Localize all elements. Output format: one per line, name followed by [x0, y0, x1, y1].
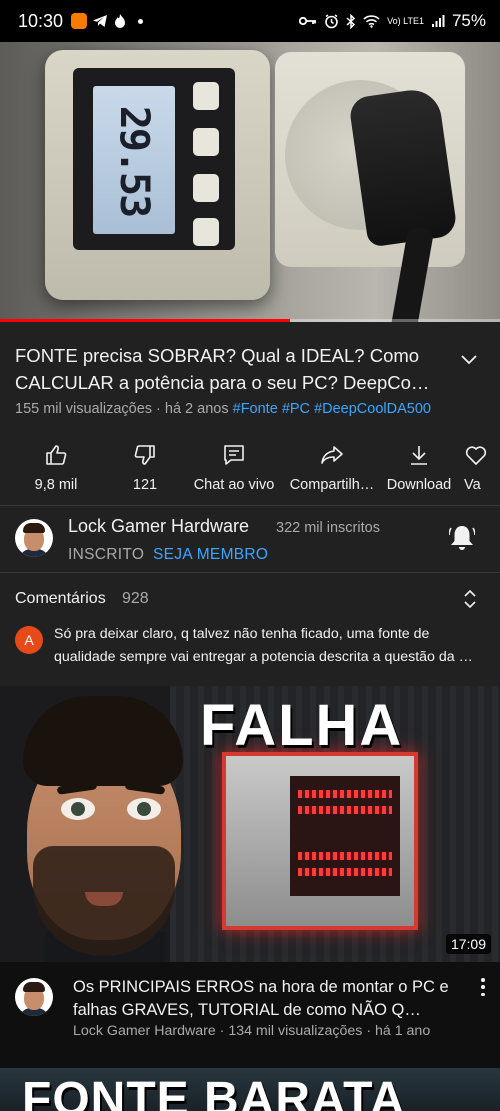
tinder-flame-icon	[115, 14, 126, 28]
thumbnail-headline: FALHA	[200, 693, 404, 758]
more-notifications-dot-icon	[138, 18, 144, 24]
recommended-video-meta: Lock Gamer Hardware · 134 mil visualizaç…	[73, 1023, 431, 1039]
share-button[interactable]: Compartilh…	[290, 434, 374, 502]
system-icons: Vo) LTE1 75%	[299, 11, 486, 31]
notification-icons	[71, 13, 144, 29]
presenter-face-image	[5, 696, 200, 962]
share-label: Compartilh…	[289, 477, 375, 493]
volte-indicator: Vo) LTE1	[387, 15, 424, 26]
dislike-button[interactable]: 121	[112, 434, 178, 502]
join-membership-button[interactable]: SEJA MEMBRO	[153, 546, 268, 564]
telegram-icon	[93, 15, 108, 27]
heart-icon	[465, 446, 487, 466]
wifi-icon	[363, 15, 380, 28]
live-chat-button[interactable]: Chat ao vivo	[178, 434, 290, 502]
app-notification-icon	[71, 13, 88, 29]
download-icon	[411, 446, 427, 465]
battery-level: 75%	[451, 11, 486, 30]
thumbs-down-icon	[134, 445, 155, 465]
channel-avatar[interactable]	[15, 978, 53, 1016]
bluetooth-icon	[346, 13, 356, 29]
video-duration-badge: 17:09	[445, 934, 491, 954]
status-time: 10:30	[18, 10, 64, 31]
subscribed-button[interactable]: INSCRITO	[68, 546, 144, 564]
download-button[interactable]: Download	[374, 434, 464, 502]
recommended-video-info[interactable]: Os PRINCIPAIS ERROS na hora de montar o …	[0, 962, 500, 1066]
cpu-socket-image	[222, 752, 418, 930]
action-bar: 9,8 mil 121 Chat ao vivo Compartilh… Dow…	[0, 434, 500, 502]
share-icon	[321, 446, 343, 464]
top-comment-text: Só pra deixar claro, q talvez não tenha …	[54, 626, 473, 665]
divider	[0, 572, 500, 573]
channel-row[interactable]: Lock Gamer Hardware 322 mil inscritos IN…	[0, 506, 500, 572]
hashtag-link[interactable]: #DeepCoolDA500	[314, 401, 431, 417]
notification-bell-icon[interactable]	[449, 524, 475, 552]
thumbnail-headline: FONTE BARATA	[22, 1073, 406, 1111]
video-meta: 155 mil visualizações · há 2 anos #Fonte…	[15, 401, 431, 417]
power-meter-device: 29.53	[45, 50, 270, 300]
save-button[interactable]: Va	[464, 434, 500, 502]
like-button[interactable]: 9,8 mil	[0, 434, 112, 502]
power-meter-reading: 29.53	[111, 105, 157, 217]
video-player[interactable]: 29.53	[0, 42, 500, 322]
like-count: 9,8 mil	[34, 477, 78, 493]
video-title[interactable]: FONTE precisa SOBRAR? Qual a IDEAL? Como…	[15, 342, 445, 396]
hashtag-link[interactable]: #Fonte	[233, 401, 278, 417]
video-info-panel: FONTE precisa SOBRAR? Qual a IDEAL? Como…	[0, 322, 500, 686]
comments-title: Comentários	[15, 590, 106, 607]
key-icon	[299, 16, 317, 26]
comments-section[interactable]: Comentários 928 A Só pra deixar claro, q…	[0, 578, 500, 678]
more-options-icon[interactable]	[474, 976, 492, 998]
thumbs-up-icon	[46, 445, 67, 465]
expand-comments-icon[interactable]	[462, 588, 478, 610]
live-chat-label: Chat ao vivo	[193, 477, 275, 493]
recommended-video-thumbnail[interactable]: FALHA 17:09	[0, 686, 500, 962]
comments-count: 928	[122, 590, 149, 607]
recommended-video-thumbnail[interactable]: FONTE BARATA	[0, 1068, 500, 1111]
save-label: Va	[464, 477, 481, 493]
channel-name[interactable]: Lock Gamer Hardware	[68, 516, 249, 537]
signal-icon	[431, 15, 445, 27]
recommended-video-title[interactable]: Os PRINCIPAIS ERROS na hora de montar o …	[73, 976, 463, 1022]
hashtag-link[interactable]: #PC	[282, 401, 310, 417]
status-bar: 10:30 Vo) LTE1 75%	[0, 0, 500, 42]
video-views-age: 155 mil visualizações · há 2 anos	[15, 401, 229, 417]
chevron-down-icon[interactable]	[458, 348, 480, 370]
chat-icon	[224, 445, 244, 465]
power-meter-screen: 29.53	[93, 86, 175, 234]
alarm-icon	[325, 13, 338, 28]
dislike-count: 121	[132, 477, 158, 493]
channel-avatar[interactable]	[15, 519, 53, 557]
download-label: Download	[386, 477, 452, 493]
channel-subscriber-count: 322 mil inscritos	[276, 520, 380, 536]
commenter-avatar: A	[15, 626, 43, 654]
